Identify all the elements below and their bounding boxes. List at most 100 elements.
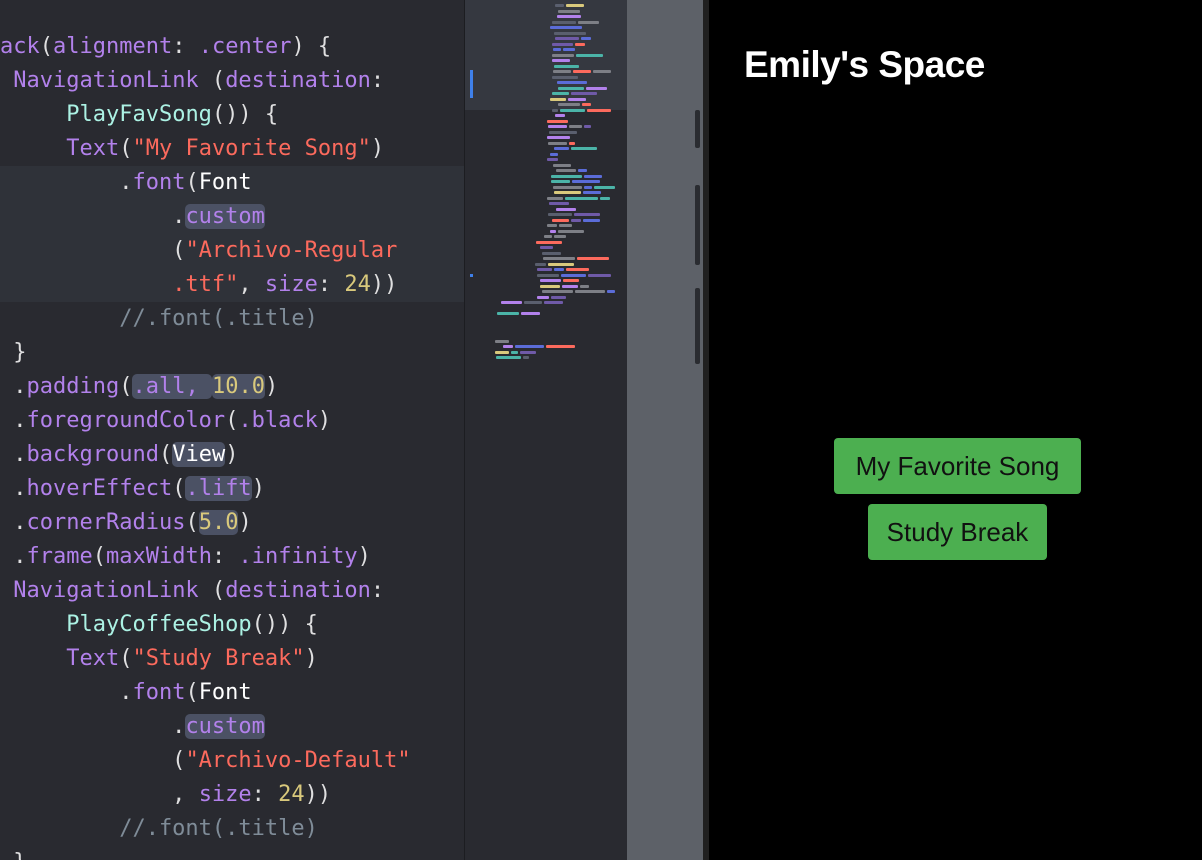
minimap-line	[520, 350, 536, 354]
code-line[interactable]: ("Archivo-Default"	[0, 744, 464, 778]
code-token: :	[370, 68, 385, 93]
minimap-line	[523, 356, 529, 359]
minimap-line	[554, 235, 566, 238]
code-line[interactable]: NavigationLink (destination:	[0, 574, 464, 608]
code-line[interactable]: .frame(maxWidth: .infinity)	[0, 540, 464, 574]
code-token: (	[185, 170, 199, 195]
code-line[interactable]: , size: 24))	[0, 778, 464, 812]
code-line[interactable]: .font(Font	[0, 676, 464, 710]
code-token: ()) {	[251, 612, 318, 637]
minimap-line	[584, 125, 591, 128]
code-token: .center	[198, 34, 292, 59]
editor-canvas-divider[interactable]	[627, 0, 703, 860]
code-token: Font	[198, 170, 252, 195]
code-token: )	[251, 476, 265, 501]
code-line[interactable]: Text("My Favorite Song")	[0, 132, 464, 166]
code-line[interactable]: .cornerRadius(5.0)	[0, 506, 464, 540]
code-line[interactable]: //.font(.title)	[0, 812, 464, 846]
minimap-line	[583, 218, 600, 222]
minimap-line	[571, 218, 581, 222]
code-token: size	[264, 272, 318, 297]
code-line[interactable]: //.font(.title)	[0, 302, 464, 336]
code-token: .	[0, 204, 186, 229]
code-token: size	[198, 782, 252, 807]
minimap-line	[547, 136, 570, 139]
minimap-line	[554, 191, 581, 194]
code-line[interactable]: .ttf", size: 24))	[0, 268, 464, 302]
gutter-scroll-indicator	[695, 185, 700, 265]
code-editor[interactable]: ack(alignment: .center) { NavigationLink…	[0, 0, 464, 860]
minimap[interactable]	[464, 0, 627, 860]
code-token: (	[198, 578, 226, 603]
code-token: :	[370, 578, 385, 603]
code-token: "My Favorite Song"	[132, 136, 371, 161]
code-token: custom	[185, 714, 265, 739]
code-token: padding	[26, 374, 120, 399]
code-line[interactable]: }	[0, 336, 464, 370]
code-line[interactable]: ack(alignment: .center) {	[0, 30, 464, 64]
minimap-line	[540, 284, 560, 288]
code-token: destination	[225, 68, 371, 93]
code-token: //.font(.title)	[0, 306, 318, 331]
code-token: "Archivo-Regular	[185, 238, 398, 263]
minimap-line	[559, 224, 572, 227]
minimap-line	[511, 350, 518, 354]
code-line[interactable]: ("Archivo-Regular	[0, 234, 464, 268]
code-line[interactable]: .hoverEffect(.lift)	[0, 472, 464, 506]
gutter-scroll-indicator	[695, 288, 700, 364]
code-token: .	[0, 544, 27, 569]
code-token: (	[198, 68, 226, 93]
code-token: .	[0, 442, 27, 467]
minimap-line	[515, 345, 544, 348]
minimap-line	[561, 273, 586, 277]
minimap-line	[565, 196, 598, 200]
canvas-preview: Emily's Space My Favorite Song Study Bre…	[709, 0, 1202, 860]
code-token: PlayFavSong	[66, 102, 212, 127]
minimap-line	[557, 81, 587, 84]
code-line[interactable]: NavigationLink (destination:	[0, 64, 464, 98]
code-token: )	[304, 646, 318, 671]
study-break-button[interactable]: Study Break	[868, 504, 1047, 560]
code-token: )	[264, 374, 279, 399]
code-token: :	[317, 272, 345, 297]
code-token: .	[0, 680, 133, 705]
code-line[interactable]: }	[0, 846, 464, 860]
code-token: hoverEffect	[26, 476, 173, 501]
code-line[interactable]: PlayCoffeeShop()) {	[0, 608, 464, 642]
code-line[interactable]: .foregroundColor(.black)	[0, 404, 464, 438]
code-token: (	[172, 476, 186, 501]
code-token: .	[0, 510, 27, 535]
code-line[interactable]: PlayFavSong()) {	[0, 98, 464, 132]
minimap-line	[551, 295, 566, 299]
code-token: ))	[304, 782, 332, 807]
code-token: (	[0, 748, 186, 773]
minimap-line	[584, 174, 602, 178]
minimap-line	[544, 235, 552, 238]
minimap-line	[556, 169, 576, 172]
minimap-change-marker	[470, 70, 473, 98]
minimap-line	[563, 279, 579, 282]
code-line[interactable]: .custom	[0, 200, 464, 234]
minimap-line	[582, 103, 591, 106]
code-token: .	[0, 170, 133, 195]
minimap-line	[546, 345, 575, 348]
minimap-line	[558, 103, 580, 106]
my-favorite-song-button[interactable]: My Favorite Song	[834, 438, 1081, 494]
minimap-line	[551, 174, 582, 178]
code-line[interactable]: .background(View)	[0, 438, 464, 472]
code-token: ) {	[291, 34, 332, 59]
minimap-line	[542, 251, 561, 255]
code-token: ()) {	[211, 102, 279, 127]
minimap-line	[594, 185, 615, 189]
minimap-line	[552, 53, 574, 57]
code-line[interactable]: .padding(.all, 10.0)	[0, 370, 464, 404]
code-line[interactable]: .font(Font	[0, 166, 464, 200]
code-line[interactable]: Text("Study Break")	[0, 642, 464, 676]
code-token: font	[132, 680, 186, 705]
app-title: Emily's Space	[744, 44, 985, 85]
code-line[interactable]: .custom	[0, 710, 464, 744]
code-token: .ttf"	[172, 272, 239, 297]
